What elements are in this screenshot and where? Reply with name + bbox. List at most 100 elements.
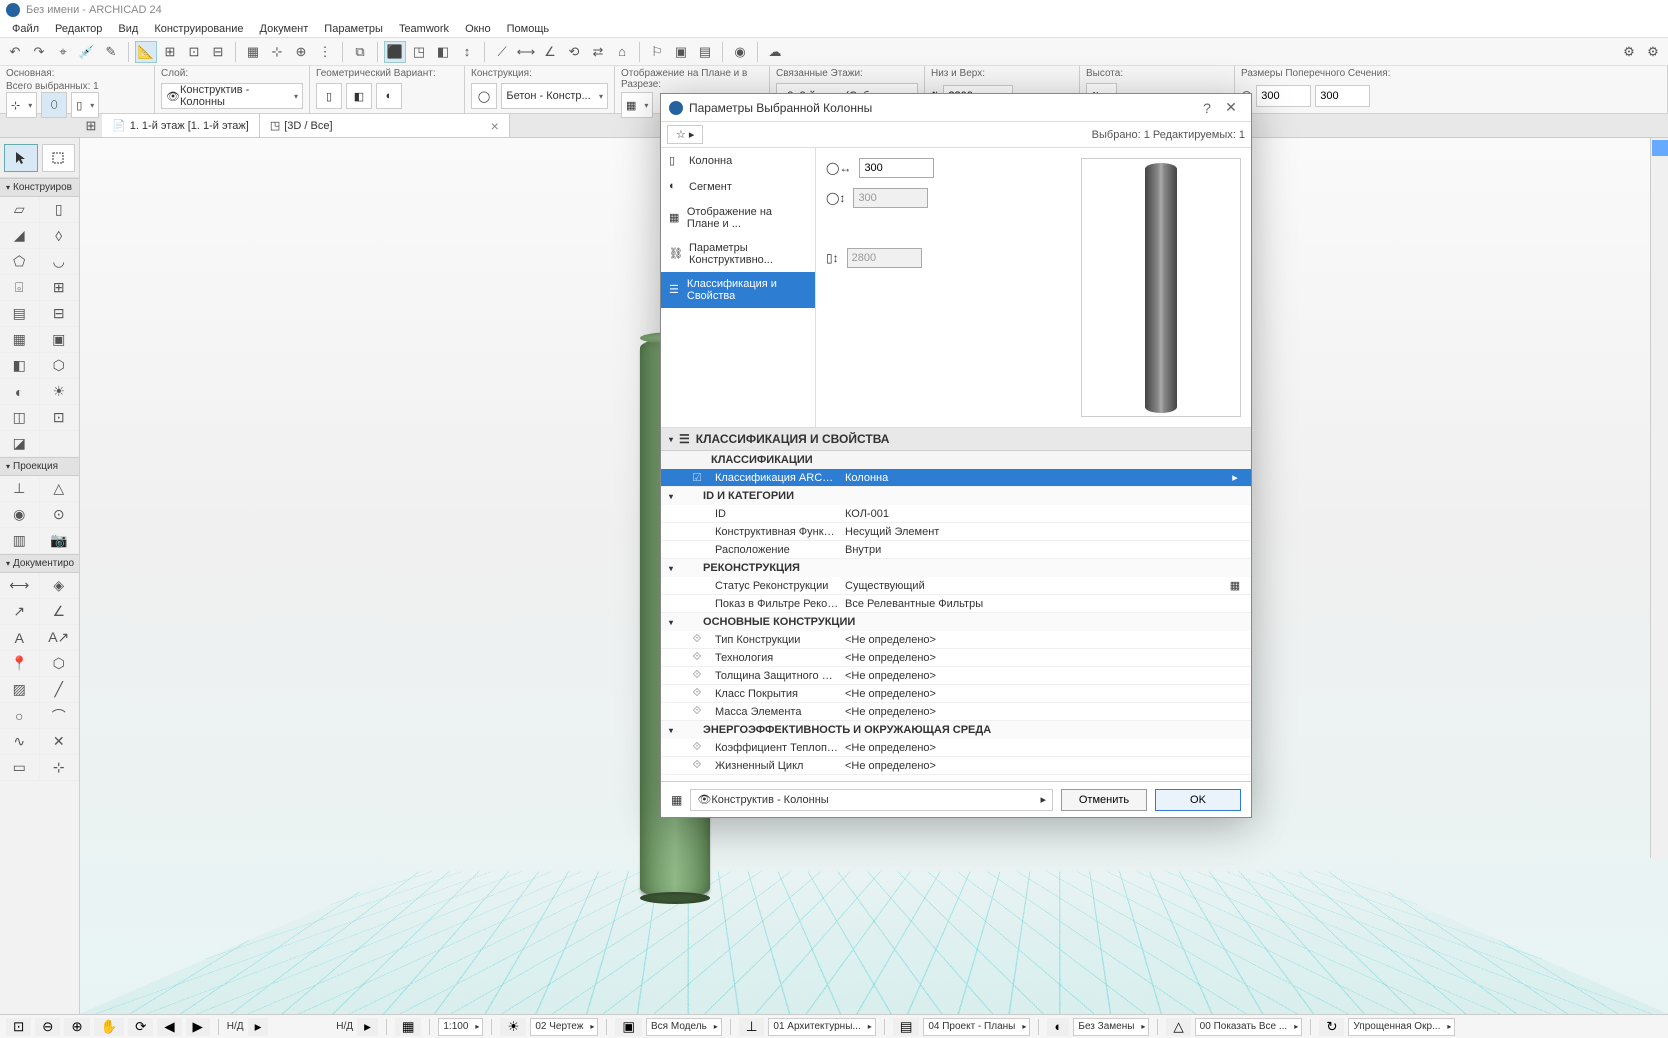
opening-tool-icon[interactable]: ◫ bbox=[0, 405, 40, 431]
pipette-icon[interactable]: ✎ bbox=[100, 41, 122, 63]
prop2-icon[interactable]: ▤ bbox=[694, 41, 716, 63]
snap2-icon[interactable]: ⊡ bbox=[183, 41, 205, 63]
railing-tool-icon[interactable]: ⊟ bbox=[40, 301, 80, 327]
sb-proj-combo[interactable]: 04 Проект - Планы bbox=[923, 1018, 1030, 1036]
row-id[interactable]: ID КОЛ-001 bbox=[661, 505, 1251, 523]
ie-tool-icon[interactable]: ◉ bbox=[0, 502, 40, 528]
sb-repl-icon[interactable]: ◐ bbox=[1047, 1018, 1069, 1036]
label-tool-icon[interactable]: A↗ bbox=[40, 625, 80, 651]
mirror-icon[interactable]: ⇄ bbox=[587, 41, 609, 63]
sb-zoom-out-icon[interactable]: ⊖ bbox=[35, 1018, 60, 1036]
column-mode-button[interactable]: ⬯ bbox=[41, 92, 67, 118]
radial-tool-icon[interactable]: ↗ bbox=[0, 599, 40, 625]
row-construction-type[interactable]: ⟐ Тип Конструкции <Не определено> bbox=[661, 631, 1251, 649]
hollow-tool-icon[interactable]: ◪ bbox=[0, 431, 40, 457]
tab-3d[interactable]: ◳ [3D / Все] × bbox=[260, 114, 510, 137]
column-tool-icon[interactable]: ▯ bbox=[40, 197, 80, 223]
morph-tool-icon[interactable]: ◐ bbox=[0, 379, 40, 405]
row-thermal[interactable]: ⟐ Коэффициент Теплопере... <Не определен… bbox=[661, 739, 1251, 757]
grid-icon[interactable]: ▦ bbox=[242, 41, 264, 63]
sb-show-combo[interactable]: 00 Показать Все ... bbox=[1195, 1018, 1303, 1036]
sb-arch-icon[interactable]: ⊥ bbox=[739, 1018, 765, 1036]
menu-teamwork[interactable]: Teamwork bbox=[391, 23, 457, 35]
section-main-construction[interactable]: ОСНОВНЫЕ КОНСТРУКЦИИ bbox=[661, 613, 1251, 631]
text-tool-icon[interactable]: A bbox=[0, 625, 40, 651]
preset-button[interactable]: ⊹ bbox=[6, 92, 37, 118]
sb-repl-combo[interactable]: Без Замены bbox=[1073, 1018, 1149, 1036]
cancel-button[interactable]: Отменить bbox=[1061, 789, 1147, 811]
eyedrop-icon[interactable]: 💉 bbox=[76, 41, 98, 63]
sb-pan-icon[interactable]: ✋ bbox=[94, 1018, 125, 1036]
tab-floor-plan[interactable]: 📄 1. 1-й этаж [1. 1-й этаж] bbox=[102, 114, 260, 137]
dim-tool-icon[interactable]: ⟷ bbox=[0, 573, 40, 599]
right-palette-strip[interactable] bbox=[1650, 138, 1668, 858]
flag-icon[interactable]: ⚐ bbox=[646, 41, 668, 63]
sb-fit-icon[interactable]: ⊡ bbox=[6, 1018, 31, 1036]
row-position[interactable]: Расположение Внутри bbox=[661, 541, 1251, 559]
footer-layer-combo[interactable]: 👁 Конструктив - Колонны bbox=[690, 789, 1053, 811]
team2-icon[interactable]: ⚙ bbox=[1642, 41, 1664, 63]
window-tool-icon[interactable]: ⊞ bbox=[40, 275, 80, 301]
grid4-icon[interactable]: ⋮ bbox=[314, 41, 336, 63]
menu-parameters[interactable]: Параметры bbox=[316, 23, 391, 35]
favorites-button[interactable]: ☆ ▸ bbox=[667, 125, 703, 144]
row-classification[interactable]: ☑ Классификация ARCHICAD... Колонна ▸ bbox=[661, 469, 1251, 487]
close-icon[interactable]: × bbox=[491, 118, 499, 134]
sb-arrow2-icon[interactable]: ▸ bbox=[357, 1018, 378, 1036]
layer-combo[interactable]: 👁 Конструктив - Колонны bbox=[161, 83, 303, 109]
curtain-tool-icon[interactable]: ▦ bbox=[0, 327, 40, 353]
marquee-tool[interactable] bbox=[42, 144, 76, 172]
sb-simp-icon[interactable]: ↻ bbox=[1319, 1018, 1344, 1036]
row-technology[interactable]: ⟐ Технология <Не определено> bbox=[661, 649, 1251, 667]
toolbox-section-construct[interactable]: Конструиров bbox=[0, 178, 79, 197]
close-icon[interactable]: ✕ bbox=[1219, 99, 1243, 116]
picker-icon[interactable]: ⌖ bbox=[52, 41, 74, 63]
toolbox-section-document[interactable]: Документиро bbox=[0, 554, 79, 573]
menu-document[interactable]: Документ bbox=[252, 23, 317, 35]
redo-icon[interactable]: ↷ bbox=[28, 41, 50, 63]
elevation-tool-icon[interactable]: △ bbox=[40, 476, 80, 502]
ok-button[interactable]: OK bbox=[1155, 789, 1241, 811]
grid-element-icon[interactable]: ⊹ bbox=[40, 755, 80, 781]
hotspot-tool-icon[interactable]: ✕ bbox=[40, 729, 80, 755]
width-input[interactable] bbox=[859, 158, 934, 178]
sb-sun-icon[interactable]: ☀ bbox=[500, 1018, 526, 1036]
rotate-icon[interactable]: ⟲ bbox=[563, 41, 585, 63]
nav-column[interactable]: ▯Колонна bbox=[661, 148, 815, 174]
sb-model-combo[interactable]: Вся Модель bbox=[646, 1018, 722, 1036]
geom-opt3[interactable]: ◐ bbox=[376, 83, 402, 109]
extra-tool-icon[interactable] bbox=[40, 431, 80, 457]
trace-icon[interactable]: ⧉ bbox=[349, 41, 371, 63]
spline-tool-icon[interactable]: ∿ bbox=[0, 729, 40, 755]
sb-zoom-combo[interactable]: 02 Чертеж bbox=[530, 1018, 598, 1036]
navigator-icon[interactable] bbox=[1652, 140, 1668, 156]
detail-tool-icon[interactable]: ⊙ bbox=[40, 502, 80, 528]
snap3-icon[interactable]: ⊟ bbox=[207, 41, 229, 63]
roof-tool-icon[interactable]: ⬠ bbox=[0, 249, 40, 275]
view3-icon[interactable]: ↕ bbox=[456, 41, 478, 63]
measure-icon[interactable]: ⟋ bbox=[491, 41, 513, 63]
angle-icon[interactable]: ∠ bbox=[539, 41, 561, 63]
section-renovation[interactable]: РЕКОНСТРУКЦИЯ bbox=[661, 559, 1251, 577]
fill-tool-icon[interactable]: ▨ bbox=[0, 677, 40, 703]
highlight-icon[interactable]: ⬛ bbox=[384, 41, 406, 63]
line-tool-icon[interactable]: ╱ bbox=[40, 677, 80, 703]
sb-grid-icon[interactable]: ▦ bbox=[395, 1018, 422, 1036]
row-renovation-filter[interactable]: Показ в Фильтре Реконстр... Все Релевант… bbox=[661, 595, 1251, 613]
row-renovation-status[interactable]: Статус Реконструкции Существующий ▦ bbox=[661, 577, 1251, 595]
home-icon[interactable]: ⌂ bbox=[611, 41, 633, 63]
help-icon[interactable]: ? bbox=[1195, 100, 1219, 116]
circle-tool-icon[interactable]: ○ bbox=[0, 703, 40, 729]
sb-arch-combo[interactable]: 01 Архитектурны... bbox=[768, 1018, 875, 1036]
sb-zoom-in-icon[interactable]: ⊕ bbox=[64, 1018, 89, 1036]
nav-structural[interactable]: ⛓Параметры Конструктивно... bbox=[661, 236, 815, 272]
row-element-mass[interactable]: ⟐ Масса Элемента <Не определено> bbox=[661, 703, 1251, 721]
profile-button[interactable]: ◯ bbox=[471, 83, 497, 109]
sb-proj-icon[interactable]: ▤ bbox=[893, 1018, 920, 1036]
row-coating-class[interactable]: ⟐ Класс Покрытия <Не определено> bbox=[661, 685, 1251, 703]
level-tool-icon[interactable]: ◈ bbox=[40, 573, 80, 599]
sb-simp-combo[interactable]: Упрощенная Окр... bbox=[1348, 1018, 1455, 1036]
sb-model-icon[interactable]: ▣ bbox=[615, 1018, 642, 1036]
nav-segment[interactable]: ◐Сегмент bbox=[661, 174, 815, 200]
row-lifecycle[interactable]: ⟐ Жизненный Цикл <Не определено> bbox=[661, 757, 1251, 775]
